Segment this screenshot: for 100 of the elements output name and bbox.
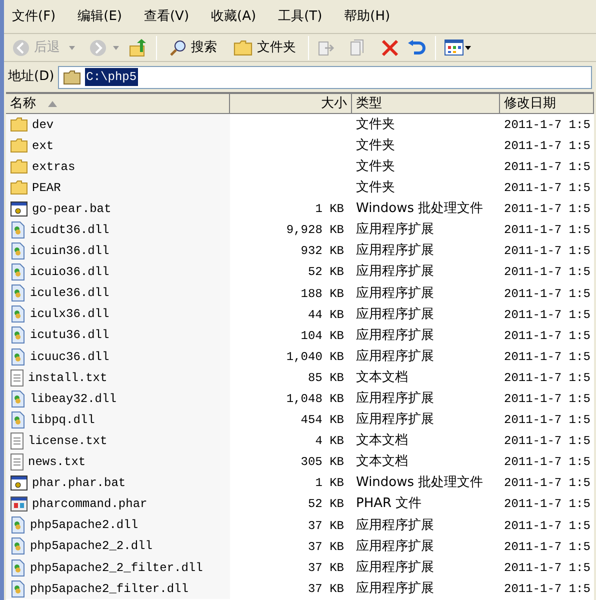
file-type: Windows 批处理文件 (356, 201, 484, 216)
file-name[interactable]: ext (32, 136, 54, 155)
file-size: 37 KB (308, 540, 344, 554)
folder-icon (10, 117, 28, 132)
file-size: 1,040 KB (286, 350, 344, 364)
modified-date: 2011-1-7 1:5 (504, 138, 590, 153)
address-field[interactable]: C:\php5 (58, 66, 592, 88)
menu-item[interactable]: 文件(F) (12, 6, 56, 26)
dll-file-icon (10, 580, 26, 598)
column-header[interactable]: 大小 (230, 94, 352, 114)
folder-icon (63, 70, 82, 84)
file-size: 37 KB (308, 560, 344, 575)
dll-file-icon (10, 390, 26, 408)
file-type: 应用程序扩展 (356, 264, 434, 280)
file-size: 52 KB (308, 497, 344, 512)
file-size: 932 KB (300, 244, 344, 258)
file-size: 188 KB (300, 286, 344, 301)
file-type: 文本文档 (356, 454, 408, 470)
views-icon[interactable] (444, 38, 472, 56)
folders-button[interactable]: 文件夹 (229, 38, 300, 58)
modified-date: 2011-1-7 1:5 (504, 244, 590, 258)
file-type: 文件夹 (356, 180, 395, 196)
sort-arrow-icon (48, 100, 57, 106)
file-type: Windows 批处理文件 (356, 475, 484, 490)
dll-file-icon (10, 242, 26, 260)
menu-item[interactable]: 工具(T) (278, 6, 322, 26)
file-type: 应用程序扩展 (356, 243, 434, 258)
modified-date: 2011-1-7 1:5 (504, 202, 590, 216)
dll-file-icon (10, 326, 26, 344)
modified-date: 2011-1-7 1:5 (504, 560, 590, 575)
modified-date: 2011-1-7 1:5 (504, 308, 590, 322)
address-text: C:\php5 (85, 68, 138, 86)
modified-date: 2011-1-7 1:5 (504, 286, 590, 301)
dll-file-icon (10, 558, 26, 577)
dll-file-icon (10, 348, 26, 366)
batch-file-icon (10, 475, 28, 492)
menu-item[interactable]: 收藏(A) (211, 6, 256, 26)
dll-file-icon (10, 516, 26, 534)
file-size: 37 KB (308, 518, 344, 533)
modified-date: 2011-1-7 1:5 (504, 434, 590, 448)
address-label: 地址(D) (8, 68, 54, 86)
move-to-icon[interactable] (317, 38, 337, 56)
folder-icon (233, 40, 253, 56)
file-type: 应用程序扩展 (356, 286, 434, 301)
file-size: 4 KB (315, 434, 344, 448)
menu-item[interactable]: 编辑(E) (78, 6, 122, 26)
modified-date: 2011-1-7 1:5 (504, 582, 590, 596)
file-type: 应用程序扩展 (356, 306, 434, 322)
modified-date: 2011-1-7 1:5 (504, 497, 590, 512)
file-type: 应用程序扩展 (356, 348, 434, 364)
caret-icon[interactable] (68, 44, 76, 50)
file-name[interactable]: extras (32, 158, 76, 176)
file-size: 1 KB (315, 476, 344, 490)
file-name[interactable]: dev (32, 116, 54, 134)
file-type: 文件夹 (356, 116, 395, 132)
file-type: 文本文档 (356, 370, 408, 385)
dll-file-icon (10, 537, 26, 556)
caret-icon[interactable] (112, 44, 120, 50)
modified-date: 2011-1-7 1:5 (504, 328, 590, 343)
file-type: 应用程序扩展 (356, 538, 434, 554)
file-size: 85 KB (308, 370, 344, 385)
column-header[interactable]: 修改日期 (500, 94, 594, 114)
modified-date: 2011-1-7 1:5 (504, 455, 590, 470)
folder-icon (10, 138, 28, 154)
file-type: 应用程序扩展 (356, 412, 434, 428)
dll-file-icon (10, 305, 26, 324)
file-size: 9,928 KB (286, 223, 344, 238)
file-type: 应用程序扩展 (356, 518, 434, 533)
search-icon (169, 38, 187, 56)
file-name[interactable]: PEAR (32, 178, 61, 197)
menu-item[interactable]: 帮助(H) (344, 6, 390, 26)
file-type: 文本文档 (356, 433, 408, 448)
modified-date: 2011-1-7 1:5 (504, 540, 590, 554)
file-type: 应用程序扩展 (356, 328, 434, 343)
modified-date: 2011-1-7 1:5 (504, 223, 590, 238)
file-size: 37 KB (308, 582, 344, 596)
column-header[interactable]: 类型 (352, 94, 500, 114)
dll-file-icon (10, 221, 26, 240)
up-folder-icon[interactable] (128, 38, 148, 58)
modified-date: 2011-1-7 1:5 (504, 413, 590, 428)
batch-file-icon (10, 200, 28, 217)
file-type: 应用程序扩展 (356, 391, 434, 406)
undo-icon[interactable] (407, 38, 427, 56)
forward-icon[interactable] (88, 38, 108, 56)
delete-icon[interactable] (381, 38, 399, 56)
file-type: 应用程序扩展 (356, 580, 434, 596)
modified-date: 2011-1-7 1:5 (504, 181, 590, 196)
file-type: 文件夹 (356, 138, 395, 153)
file-type: 文件夹 (356, 158, 395, 174)
modified-date: 2011-1-7 1:5 (504, 160, 590, 174)
modified-date: 2011-1-7 1:5 (504, 476, 590, 490)
search-button[interactable]: 搜索 (165, 38, 221, 58)
modified-date: 2011-1-7 1:5 (504, 370, 590, 385)
file-size: 1,048 KB (286, 392, 344, 406)
dll-file-icon (10, 284, 26, 302)
modified-date: 2011-1-7 1:5 (504, 392, 590, 406)
menu-item[interactable]: 查看(V) (144, 6, 190, 26)
modified-date: 2011-1-7 1:5 (504, 350, 590, 364)
file-type: 应用程序扩展 (356, 222, 434, 238)
file-type: PHAR 文件 (356, 496, 422, 512)
